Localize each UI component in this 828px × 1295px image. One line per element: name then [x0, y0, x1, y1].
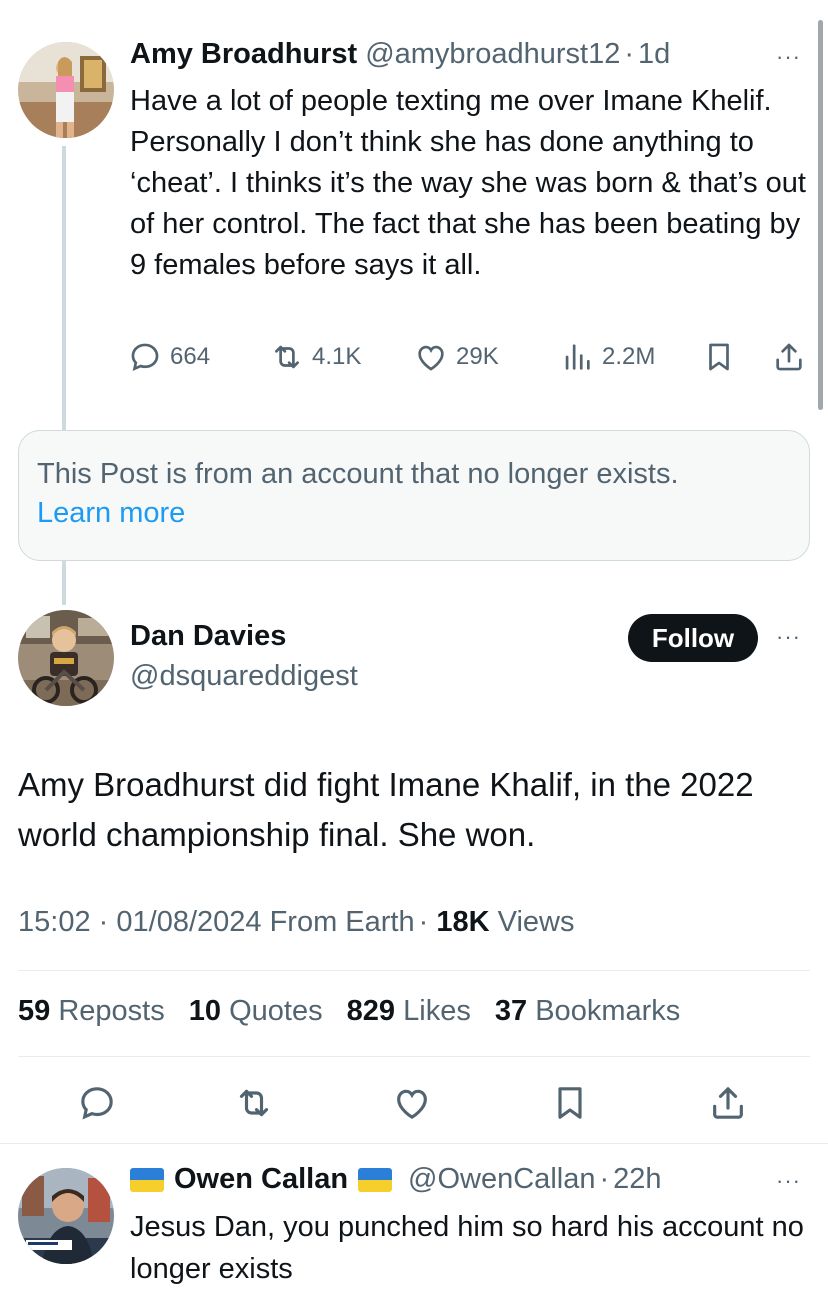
likes-stat[interactable]: 829 Likes: [347, 995, 471, 1027]
separator-dot: ·: [624, 38, 634, 70]
like-count: 29K: [456, 343, 499, 370]
quotes-stat-label: Quotes: [229, 995, 323, 1027]
quotes-stat-count: 10: [188, 995, 222, 1027]
quotes-stat[interactable]: 10 Quotes: [189, 995, 323, 1027]
avatar-dan[interactable]: [18, 610, 114, 706]
reposts-stat[interactable]: 59 Reposts: [18, 995, 165, 1027]
repost-button[interactable]: 4.1K: [270, 340, 361, 374]
divider: [0, 1143, 828, 1144]
scrollbar[interactable]: [818, 20, 823, 410]
tweet2-time[interactable]: 15:02: [18, 906, 91, 938]
share-button[interactable]: [772, 340, 806, 374]
divider: [18, 970, 810, 971]
tweet1-author-handle[interactable]: @amybroadhurst12: [365, 38, 620, 71]
separator-dot: ·: [599, 1163, 610, 1195]
thread-line-lower: [62, 561, 66, 605]
more-options-icon-tweet2[interactable]: ···: [776, 624, 801, 650]
tweet2-source: From Earth: [269, 906, 415, 938]
ukraine-flag-icon: [358, 1167, 393, 1192]
share-icon[interactable]: [708, 1083, 748, 1123]
tweet1-author-name[interactable]: Amy Broadhurst: [130, 38, 357, 71]
tweet2-author-name[interactable]: Dan Davies: [130, 620, 286, 653]
reply-icon[interactable]: [77, 1083, 117, 1123]
tweet3-author-handle[interactable]: @OwenCallan: [408, 1163, 595, 1196]
separator-dot: ·: [418, 906, 429, 938]
tweet1-timestamp[interactable]: 1d: [638, 38, 670, 71]
heart-icon[interactable]: [392, 1083, 432, 1123]
tweet3-header: Owen Callan @OwenCallan · 22h: [130, 1163, 662, 1196]
tweet2-author-handle[interactable]: @dsquareddigest: [130, 660, 358, 693]
tweet1-actions: 664 4.1K 29K 2.2M: [128, 340, 808, 380]
ukraine-flag-icon: [130, 1167, 164, 1192]
share-icon: [776, 343, 802, 371]
reply-icon: [131, 343, 159, 372]
learn-more-link[interactable]: Learn more: [37, 494, 679, 533]
tweet1-header: Amy Broadhurst @amybroadhurst12 · 1d: [130, 38, 670, 71]
tweet1-text: Have a lot of people texting me over Ima…: [130, 85, 806, 281]
notice-message: This Post is from an account that no lon…: [37, 458, 679, 490]
repost-icon[interactable]: [234, 1083, 274, 1123]
deleted-account-notice: This Post is from an account that no lon…: [18, 430, 810, 561]
thread-line: [62, 146, 66, 432]
tweet3-author-name[interactable]: Owen Callan: [174, 1163, 348, 1196]
reposts-stat-label: Reposts: [58, 995, 165, 1027]
tweet2-views-label: Views: [497, 906, 575, 938]
likes-stat-count: 829: [346, 995, 396, 1027]
bookmark-icon: [709, 343, 729, 371]
tweet2-meta: 15:02 · 01/08/2024 From Earth · 18K Views: [18, 906, 574, 939]
avatar-amy[interactable]: [18, 42, 114, 138]
tweet3-text: Jesus Dan, you punched him so hard his a…: [130, 1211, 804, 1285]
tweet3-timestamp[interactable]: 22h: [613, 1163, 661, 1196]
reply-button[interactable]: 664: [128, 340, 210, 374]
views-chart-icon: [565, 344, 590, 370]
more-options-icon-tweet3[interactable]: ···: [776, 1168, 801, 1194]
more-options-icon[interactable]: ···: [776, 44, 801, 70]
heart-icon: [418, 345, 444, 371]
avatar-owen[interactable]: [18, 1168, 114, 1264]
bookmark-icon[interactable]: [550, 1083, 590, 1123]
reply-count: 664: [170, 343, 211, 370]
bookmarks-stat-label: Bookmarks: [535, 995, 681, 1027]
follow-button[interactable]: Follow: [628, 614, 758, 662]
tweet2-views-count: 18K: [436, 906, 490, 938]
bookmarks-stat[interactable]: 37 Bookmarks: [495, 995, 680, 1027]
bookmarks-stat-count: 37: [494, 995, 528, 1027]
tweet2-date[interactable]: 01/08/2024: [116, 906, 261, 938]
repost-count: 4.1K: [312, 343, 362, 370]
like-button[interactable]: 29K: [414, 340, 499, 374]
views-count: 2.2M: [602, 343, 656, 370]
separator-dot: ·: [98, 906, 109, 938]
repost-icon: [275, 345, 299, 369]
bookmark-button[interactable]: [702, 340, 736, 374]
notice-text-block: This Post is from an account that no lon…: [37, 455, 679, 533]
likes-stat-label: Likes: [403, 995, 471, 1027]
reposts-stat-count: 59: [18, 995, 51, 1027]
tweet2-stats: 59 Reposts 10 Quotes 829 Likes 37 Bookma…: [18, 995, 680, 1028]
views-button[interactable]: 2.2M: [560, 340, 655, 374]
divider: [18, 1056, 810, 1057]
tweet2-text: Amy Broadhurst did fight Imane Khalif, i…: [18, 766, 754, 853]
